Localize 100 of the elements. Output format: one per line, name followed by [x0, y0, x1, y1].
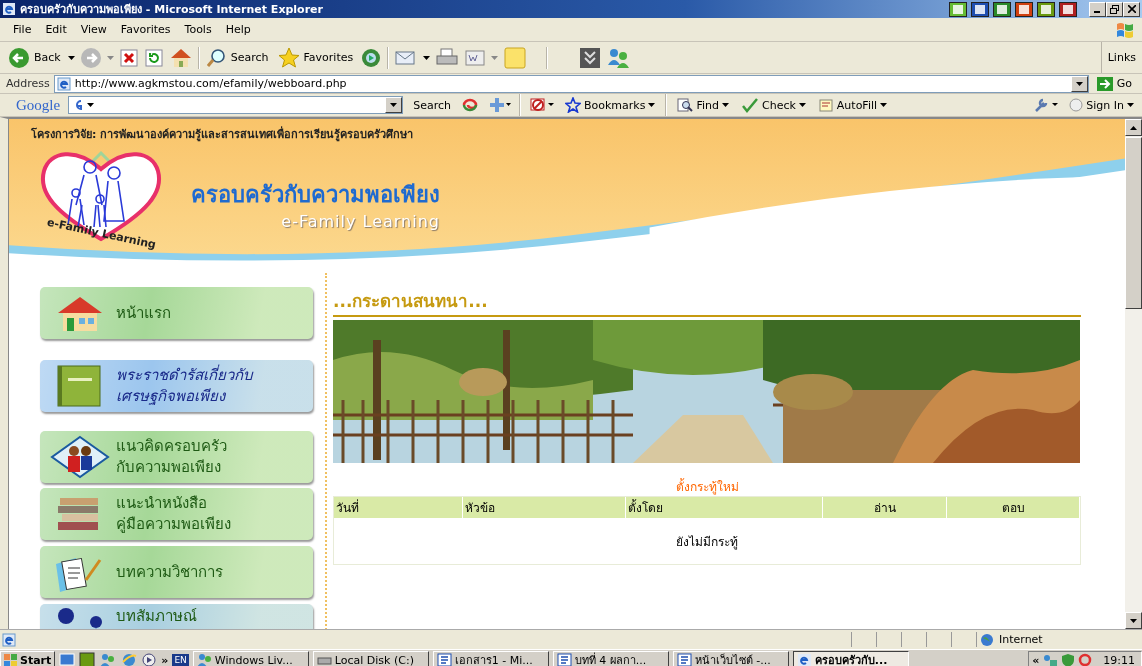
- menu-item[interactable]: Favorites: [113, 21, 178, 38]
- find-icon: [677, 97, 694, 113]
- empty-message: ยังไม่มีกระทู้: [676, 533, 738, 551]
- start-button[interactable]: Start: [0, 651, 56, 666]
- project-title: โครงการวิจัย: การพัฒนาองค์ความรู้และสารสนเทศเพื่อการเรียนรู้ครอบครัวศึกษา: [31, 125, 415, 143]
- site-subtitle: e-Family Learning: [281, 212, 440, 231]
- stop-icon[interactable]: [118, 47, 139, 68]
- app-icon[interactable]: [993, 1, 1011, 17]
- menu-item[interactable]: Help: [218, 21, 258, 38]
- app-icon[interactable]: [1015, 1, 1033, 17]
- media-icon[interactable]: [141, 652, 158, 666]
- caret-icon: [880, 103, 888, 107]
- favorites-button[interactable]: Favorites: [275, 46, 356, 69]
- dropdown-arrow-icon[interactable]: [67, 55, 75, 60]
- app-icon[interactable]: [949, 1, 967, 17]
- taskbar-button[interactable]: Windows Liv...: [192, 651, 309, 666]
- star-icon: [564, 97, 581, 113]
- nav-button[interactable]: แนะนำหนังสือ คู่มือความพอเพียง: [40, 488, 313, 540]
- address-label: Address: [6, 77, 50, 90]
- spell-check-button[interactable]: Check: [739, 97, 808, 113]
- column-header: วันที่: [334, 497, 463, 518]
- nav-button[interactable]: แนวคิดครอบครัว กับความพอเพียง: [40, 431, 313, 483]
- go-arrow-icon: [1096, 76, 1113, 91]
- google-search-field[interactable]: [68, 96, 404, 114]
- more-button[interactable]: »: [161, 653, 169, 666]
- star-icon: [277, 46, 300, 69]
- caret-icon: [1130, 618, 1137, 623]
- menu-item[interactable]: Edit: [38, 21, 74, 38]
- nav-button[interactable]: หน้าแรก: [40, 287, 313, 339]
- close-button[interactable]: [1123, 1, 1140, 17]
- restore-button[interactable]: [1106, 1, 1123, 17]
- media-icon[interactable]: [360, 46, 383, 69]
- scroll-thumb[interactable]: [1125, 137, 1142, 309]
- nav-button[interactable]: พระราชดำรัสเกี่ยวกับ เศรษฐกิจพอเพียง: [40, 360, 313, 412]
- sign-in-button[interactable]: Sign In: [1067, 98, 1136, 112]
- dropdown-button[interactable]: [1070, 75, 1088, 92]
- globe-icon: [980, 632, 994, 647]
- minimize-button[interactable]: [1089, 1, 1106, 17]
- vertical-scrollbar[interactable]: [1125, 119, 1142, 629]
- desktop-icon[interactable]: [59, 652, 76, 666]
- security-zone: Internet: [999, 633, 1043, 646]
- restore-icon: [1110, 4, 1119, 14]
- taskbar-button[interactable]: Local Disk (C:): [312, 651, 429, 666]
- taskbar-button[interactable]: บทที่ 4 ผลกา...: [552, 651, 669, 666]
- browser-icon: [2, 2, 16, 16]
- taskbar-button[interactable]: ครอบครัวกับ...: [792, 651, 909, 666]
- popup-blocker-icon[interactable]: [528, 97, 555, 113]
- column-header: ตอบ: [947, 497, 1080, 518]
- search-button[interactable]: Search: [204, 47, 271, 68]
- nav-button[interactable]: บทสัมภาษณ์: [40, 604, 313, 629]
- go-button[interactable]: Go: [1092, 76, 1136, 91]
- nav-button[interactable]: บทความวิชาการ: [40, 546, 313, 598]
- autofill-button[interactable]: AutoFill: [815, 97, 890, 113]
- address-field[interactable]: http://www.agkmstou.com/efamily/webboard.php: [53, 74, 1089, 93]
- page-icon: [2, 632, 16, 647]
- windows-logo-icon: [4, 653, 18, 666]
- edit-icon[interactable]: [464, 47, 487, 68]
- taskbar-button[interactable]: หน้าเว็บไซต์ -...: [672, 651, 789, 666]
- close-icon: [1127, 5, 1136, 13]
- menu-item[interactable]: View: [73, 21, 114, 38]
- clock: 19:11: [1103, 653, 1135, 666]
- bookmarks-button[interactable]: Bookmarks: [562, 97, 658, 113]
- check-mark-icon: [741, 97, 759, 113]
- dropdown-arrow-icon[interactable]: [423, 55, 431, 60]
- caret-icon: [1127, 103, 1134, 107]
- menu-item[interactable]: Tools: [177, 21, 219, 38]
- board-heading: ...กระดานสนทนา...: [333, 287, 1081, 317]
- refresh-icon[interactable]: [143, 47, 164, 68]
- app-icon[interactable]: [1059, 1, 1077, 17]
- windows-logo-icon: [1114, 20, 1136, 39]
- app-icon[interactable]: [971, 1, 989, 17]
- menu-item[interactable]: File: [6, 21, 39, 38]
- language-indicator[interactable]: EN: [172, 654, 189, 666]
- taskbar-button[interactable]: เอกสาร1 - Mi...: [432, 651, 549, 666]
- document-icon: [436, 653, 452, 666]
- document-icon: [556, 653, 572, 666]
- caret-icon: [722, 103, 729, 107]
- window-title: ครอบครัวกับความพอเพียง - Microsoft Internet Explorer: [20, 2, 323, 18]
- google-logo: Google: [16, 96, 61, 114]
- page-icon: [56, 76, 71, 91]
- wrench-icon[interactable]: [1033, 97, 1060, 113]
- scroll-down-button[interactable]: [1125, 612, 1142, 629]
- column-header: ตั้งโดย: [625, 497, 824, 518]
- app-icon[interactable]: [1037, 1, 1055, 17]
- caret-icon: [648, 103, 656, 107]
- magnifier-icon: [206, 47, 227, 68]
- dropdown-button[interactable]: [385, 97, 403, 113]
- caret-icon: [1075, 81, 1083, 86]
- find-button[interactable]: Find: [675, 97, 731, 113]
- site-title: ครอบครัวกับความพอเพียง: [191, 181, 440, 209]
- google-search-button[interactable]: Search: [411, 98, 453, 112]
- form-icon: [817, 97, 834, 113]
- caret-icon: [798, 103, 806, 107]
- caret-icon[interactable]: [87, 103, 95, 107]
- back-button[interactable]: Back: [6, 46, 63, 69]
- show-hidden-icons-button[interactable]: «: [1032, 653, 1040, 666]
- scroll-up-button[interactable]: [1125, 119, 1142, 136]
- column-header: อ่าน: [823, 497, 948, 518]
- research-icon[interactable]: [579, 46, 602, 69]
- links-button[interactable]: Links: [1107, 51, 1136, 64]
